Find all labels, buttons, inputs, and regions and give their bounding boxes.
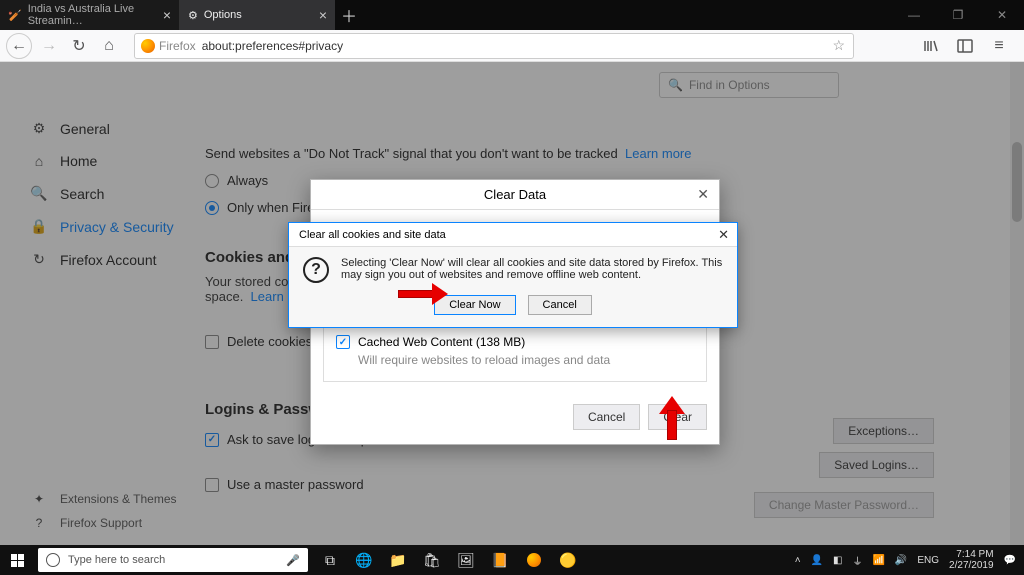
dialog-footer: Clear Now Cancel — [289, 289, 737, 327]
brand-label: Firefox — [159, 39, 196, 53]
tab-label: Options — [204, 9, 242, 21]
confirm-clear-dialog: Clear all cookies and site data ✕ ? Sele… — [288, 222, 738, 328]
close-icon[interactable]: × — [163, 7, 171, 23]
volume-icon[interactable]: 🔊 — [895, 555, 907, 566]
date-text: 2/27/2019 — [949, 560, 994, 571]
system-tray: ˄ 👤 ◧ ⏚ 📶 🔊 ENG 7:14 PM 2/27/2019 💬 — [795, 549, 1024, 571]
close-icon[interactable]: ✕ — [718, 227, 729, 243]
checkbox-icon — [336, 335, 350, 349]
tab-label: India vs Australia Live Streamin… — [28, 3, 157, 27]
tab-favicon: 🏏 — [8, 9, 22, 22]
dialog-title: Clear all cookies and site data — [299, 229, 446, 241]
option-description: Will require websites to reload images a… — [358, 353, 694, 367]
cancel-button[interactable]: Cancel — [573, 404, 640, 430]
close-icon[interactable]: ✕ — [697, 186, 709, 203]
store-icon[interactable]: 🛍 — [416, 545, 448, 575]
chrome-icon[interactable]: 🟡 — [552, 545, 584, 575]
dialog-header: Clear Data ✕ — [311, 180, 719, 210]
cortana-icon — [46, 553, 60, 567]
windows-logo-icon — [11, 554, 24, 567]
library-icon[interactable] — [918, 33, 944, 59]
dialog-header: Clear all cookies and site data ✕ — [289, 223, 737, 247]
start-button[interactable] — [0, 545, 34, 575]
people-icon[interactable]: 👤 — [811, 555, 823, 566]
task-view-icon[interactable]: ⧉ — [314, 545, 346, 575]
windows-taskbar: Type here to search 🎤 ⧉ 🌐 📁 🛍 🖼 📙 🟡 ˄ 👤 … — [0, 545, 1024, 575]
home-button[interactable]: ⌂ — [96, 33, 122, 59]
url-text: about:preferences#privacy — [202, 39, 825, 53]
app-menu-button[interactable]: ≡ — [986, 33, 1012, 59]
dialog-title: Clear Data — [484, 187, 546, 202]
language-indicator[interactable]: ENG — [917, 555, 939, 566]
tray-icon[interactable]: ◧ — [833, 555, 842, 566]
question-icon: ? — [303, 257, 329, 283]
sidebar-toggle-icon[interactable] — [952, 33, 978, 59]
mic-icon[interactable]: 🎤 — [286, 554, 300, 567]
new-tab-button[interactable]: ＋ — [335, 0, 363, 30]
gear-icon: ⚙ — [188, 9, 198, 22]
firefox-icon[interactable] — [518, 545, 550, 575]
reload-button[interactable]: ↻ — [66, 33, 92, 59]
app-icon[interactable]: 📙 — [484, 545, 516, 575]
navigation-toolbar: ← → ↻ ⌂ Firefox about:preferences#privac… — [0, 30, 1024, 62]
dialog-footer: Cancel Clear — [311, 394, 719, 444]
cached-content-option[interactable]: Cached Web Content (138 MB) Will require… — [323, 324, 707, 382]
taskbar-search-input[interactable]: Type here to search 🎤 — [38, 548, 308, 572]
edge-icon[interactable]: 🌐 — [348, 545, 380, 575]
app-icon[interactable]: 🖼 — [450, 545, 482, 575]
network-icon[interactable]: ⏚ — [852, 553, 862, 568]
cancel-button[interactable]: Cancel — [528, 295, 592, 315]
back-button[interactable]: ← — [6, 33, 32, 59]
option-label: Cached Web Content (138 MB) — [358, 335, 525, 349]
tray-chevron-icon[interactable]: ˄ — [795, 555, 801, 566]
annotation-arrow-vertical — [660, 396, 684, 440]
firefox-logo-icon — [141, 39, 155, 53]
taskbar-apps: ⧉ 🌐 📁 🛍 🖼 📙 🟡 — [314, 545, 584, 575]
bookmark-star-icon[interactable]: ☆ — [824, 37, 853, 54]
url-bar[interactable]: Firefox about:preferences#privacy ☆ — [134, 33, 854, 59]
forward-button[interactable]: → — [36, 33, 62, 59]
wifi-icon[interactable]: 📶 — [872, 555, 884, 566]
dialog-message: Selecting 'Clear Now' will clear all coo… — [341, 257, 723, 283]
file-explorer-icon[interactable]: 📁 — [382, 545, 414, 575]
window-controls: — ❐ ✕ — [892, 0, 1024, 30]
annotation-arrow-horizontal — [398, 285, 448, 303]
minimize-button[interactable]: — — [892, 0, 936, 30]
time-text: 7:14 PM — [949, 549, 994, 560]
maximize-button[interactable]: ❐ — [936, 0, 980, 30]
placeholder-text: Type here to search — [68, 554, 165, 566]
tab-background[interactable]: 🏏 India vs Australia Live Streamin… × — [0, 0, 180, 30]
close-icon[interactable]: × — [319, 7, 327, 23]
notifications-icon[interactable]: 💬 — [1004, 555, 1016, 566]
close-window-button[interactable]: ✕ — [980, 0, 1024, 30]
window-titlebar: 🏏 India vs Australia Live Streamin… × ⚙ … — [0, 0, 1024, 30]
taskbar-clock[interactable]: 7:14 PM 2/27/2019 — [949, 549, 994, 571]
identity-icon: Firefox — [135, 39, 202, 53]
tab-active[interactable]: ⚙ Options × — [180, 0, 335, 30]
